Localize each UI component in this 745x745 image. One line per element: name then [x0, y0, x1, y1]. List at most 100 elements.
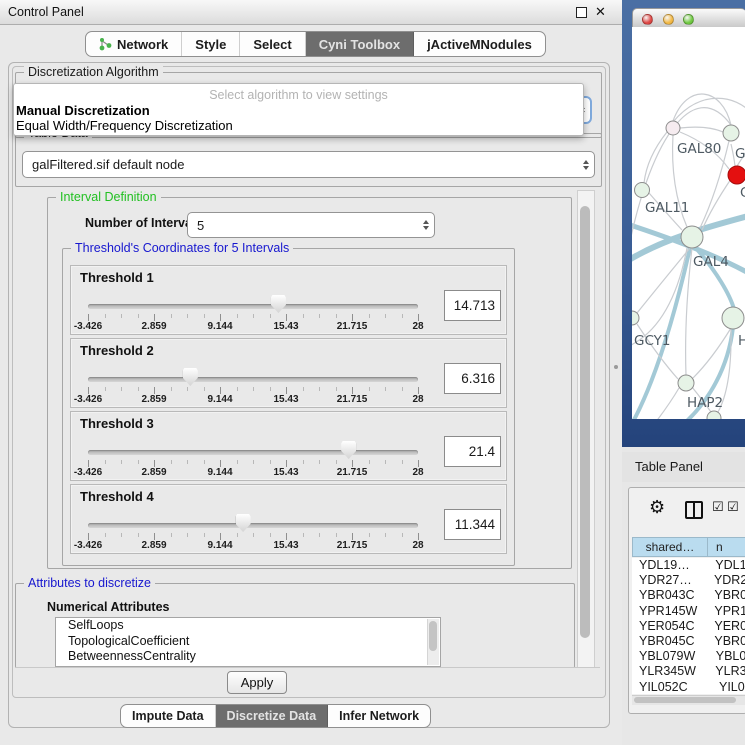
network-canvas[interactable]: GAL80GCGAL11GAL4GCY1HHAP2 — [632, 27, 745, 419]
slider-tick — [237, 460, 238, 464]
control-panel-tabs: NetworkStyleSelectCyni ToolboxjActiveMNo… — [85, 31, 546, 57]
control-panel-title: Control Panel — [8, 0, 84, 24]
network-edge[interactable] — [644, 132, 667, 183]
slider-tick-label: 2.859 — [141, 467, 166, 478]
number-of-intervals-combobox[interactable]: 5 — [187, 212, 435, 238]
slider-track[interactable] — [88, 523, 418, 528]
slider-thumb[interactable] — [183, 368, 198, 386]
stepper-icon — [578, 160, 594, 170]
table-row[interactable]: YLR345WYLR3 — [632, 664, 745, 679]
tab-jactivemnodules[interactable]: jActiveMNodules — [414, 32, 545, 56]
table-horizontal-scrollbar[interactable] — [632, 695, 745, 705]
numerical-attributes-list[interactable]: SelfLoopsTopologicalCoefficientBetweenne… — [55, 617, 441, 667]
slider-tick — [303, 387, 304, 391]
column-header[interactable]: shared… — [632, 537, 707, 557]
slider-tick-label: 9.144 — [207, 321, 232, 332]
float-window-icon[interactable] — [576, 7, 587, 18]
table-row[interactable]: YBL079WYBL0 — [632, 649, 745, 664]
threshold-label: Threshold 4 — [80, 489, 154, 504]
table-row[interactable]: YER054CYER0 — [632, 619, 745, 634]
tab-select[interactable]: Select — [240, 32, 305, 56]
slider-tick — [270, 314, 271, 318]
list-item[interactable]: SelfLoops — [56, 618, 440, 634]
cell-shared-name: YPR145W — [632, 604, 708, 619]
slider-thumb[interactable] — [341, 441, 356, 459]
threshold-panel-3: Threshold 3-3.4262.8599.14415.4321.71528… — [70, 411, 507, 481]
scrollbar-thumb[interactable] — [429, 621, 437, 651]
network-window-titlebar[interactable] — [632, 8, 745, 28]
network-edge[interactable] — [693, 328, 731, 378]
columns-icon[interactable] — [685, 501, 703, 519]
cell-shared-name: YER054C — [632, 619, 708, 634]
threshold-value-field[interactable]: 6.316 — [444, 363, 501, 394]
threshold-value-field[interactable]: 21.4 — [444, 436, 501, 467]
network-edge[interactable] — [680, 127, 723, 132]
dropdown-placeholder: Select algorithm to view settings — [14, 88, 583, 102]
slider-tick — [138, 533, 139, 537]
dropdown-option-equal-width[interactable]: Equal Width/Frequency Discretization — [16, 118, 233, 133]
list-vertical-scrollbar[interactable] — [427, 619, 439, 665]
slider-track[interactable] — [88, 377, 418, 382]
table-row[interactable]: YDL19…YDL1 — [632, 558, 745, 573]
slider-tick — [237, 314, 238, 318]
tab-style[interactable]: Style — [182, 32, 240, 56]
panel-vertical-scrollbar[interactable] — [577, 190, 595, 668]
threshold-value-field[interactable]: 11.344 — [444, 509, 501, 540]
slider-track[interactable] — [88, 304, 418, 309]
slider-thumb[interactable] — [271, 295, 286, 313]
table-row[interactable]: YDR27…YDR2 — [632, 573, 745, 588]
slider-tick-label: -3.426 — [74, 394, 102, 405]
splitter-handle[interactable] — [614, 365, 618, 369]
network-edge[interactable] — [632, 388, 679, 419]
slider-thumb[interactable] — [236, 514, 251, 532]
network-node[interactable] — [723, 125, 739, 141]
minimize-traffic-light-icon[interactable] — [663, 14, 674, 25]
network-node[interactable] — [678, 375, 694, 391]
slider-tick — [402, 460, 403, 464]
gear-icon[interactable]: ⚙ — [649, 498, 665, 518]
close-icon[interactable]: ✕ — [595, 3, 606, 21]
node-label: GAL11 — [645, 200, 689, 216]
dropdown-option-manual[interactable]: Manual Discretization — [16, 103, 150, 118]
scrollbar-thumb[interactable] — [580, 206, 590, 638]
table-row[interactable]: YIL052CYIL0 — [632, 680, 745, 695]
slider-tick — [88, 387, 89, 394]
thresholds-group-title: Threshold's Coordinates for 5 Intervals — [71, 241, 293, 255]
scrollbar-thumb[interactable] — [634, 697, 736, 703]
tab-impute-data[interactable]: Impute Data — [121, 705, 216, 727]
network-node[interactable] — [681, 226, 703, 248]
apply-button[interactable]: Apply — [227, 671, 287, 694]
table-row[interactable]: YPR145WYPR1 — [632, 604, 745, 619]
stepper-icon — [418, 220, 434, 230]
threshold-value-field[interactable]: 14.713 — [444, 290, 501, 321]
network-node[interactable] — [728, 166, 745, 184]
cell-shared-name: YBR043C — [632, 588, 708, 603]
column-header[interactable]: n — [707, 537, 745, 557]
tab-network[interactable]: Network — [86, 32, 182, 56]
slider-tick — [220, 460, 221, 467]
slider-tick — [105, 314, 106, 318]
list-item[interactable]: BetweennessCentrality — [56, 649, 440, 665]
network-node[interactable] — [632, 311, 639, 325]
slider-tick — [319, 314, 320, 318]
network-node[interactable] — [635, 183, 650, 198]
table-data-combobox[interactable]: galFiltered.sif default node — [22, 151, 595, 178]
tab-infer-network[interactable]: Infer Network — [328, 705, 430, 727]
slider-track[interactable] — [88, 450, 418, 455]
tab-cyni-toolbox[interactable]: Cyni Toolbox — [306, 32, 414, 56]
network-node[interactable] — [722, 307, 744, 329]
slider-tick — [171, 314, 172, 318]
slider-tick — [121, 387, 122, 391]
tab-discretize-data[interactable]: Discretize Data — [216, 705, 329, 727]
table-row[interactable]: YBR045CYBR0 — [632, 634, 745, 649]
table-row[interactable]: YBR043CYBR0 — [632, 588, 745, 603]
list-item[interactable]: TopologicalCoefficient — [56, 634, 440, 650]
slider-tick-label: 15.43 — [273, 321, 298, 332]
close-traffic-light-icon[interactable] — [642, 14, 653, 25]
network-node[interactable] — [707, 411, 721, 419]
zoom-traffic-light-icon[interactable] — [683, 14, 694, 25]
checkbox-icon[interactable]: ☑ — [712, 501, 724, 515]
network-node[interactable] — [666, 121, 680, 135]
node-label: GAL80 — [677, 141, 721, 157]
checkbox-icon[interactable]: ☑ — [727, 501, 739, 515]
